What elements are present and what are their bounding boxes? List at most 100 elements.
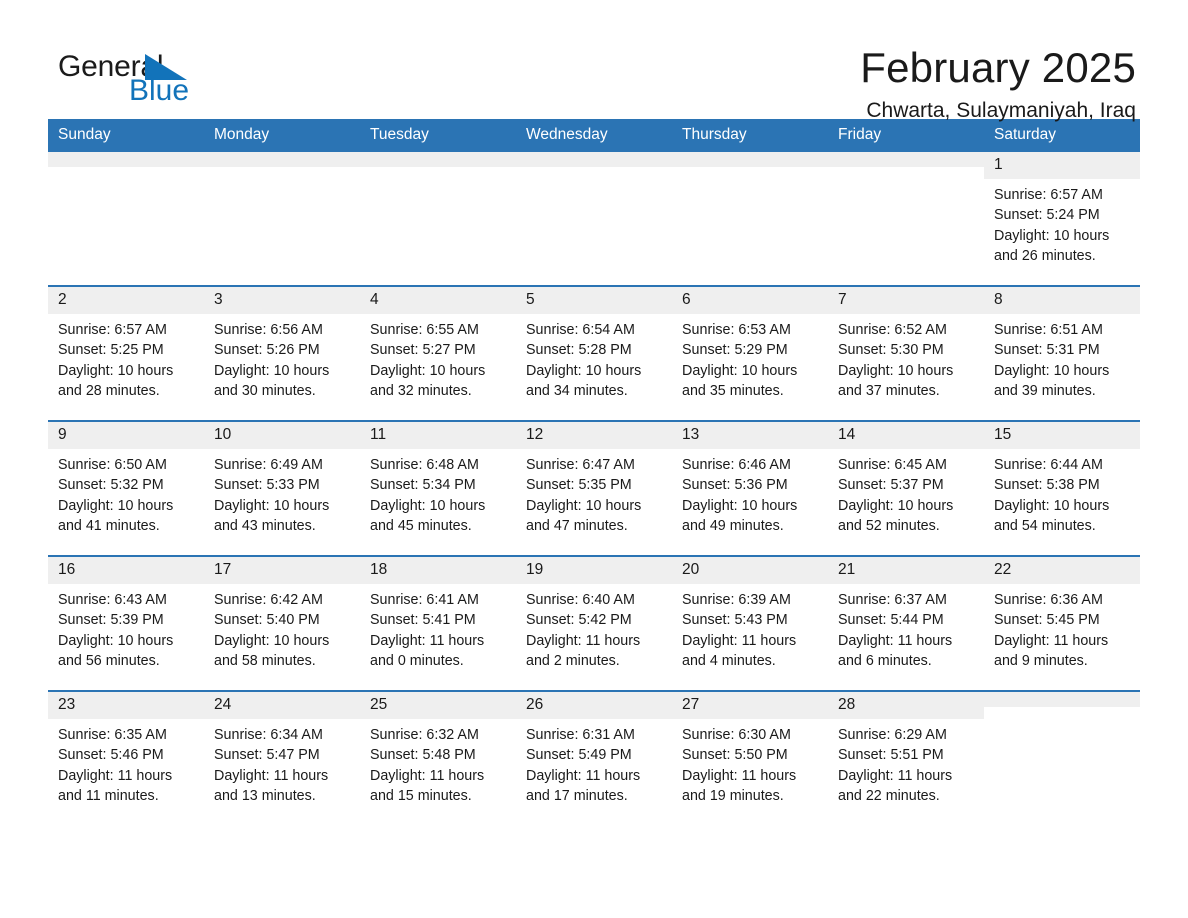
daylight-text-line1: Daylight: 11 hours [994, 632, 1109, 649]
daylight-text-line1: Daylight: 10 hours [58, 362, 174, 379]
day-number: 26 [516, 692, 672, 720]
generalblue-logo[interactable]: General Blue [48, 46, 198, 112]
day-number: 17 [204, 557, 360, 585]
day-number [360, 152, 516, 167]
calendar-day-cell[interactable]: 21 Sunrise: 6:37 AM Sunset: 5:44 PM Dayligh… [828, 555, 984, 691]
day-details: Sunrise: 6:30 AM Sunset: 5:50 PM Daylight:… [672, 719, 828, 806]
calendar-day-cell[interactable]: 16 Sunrise: 6:43 AM Sunset: 5:39 PM Dayligh… [48, 555, 204, 691]
calendar-day-cell[interactable]: 9 Sunrise: 6:50 AM Sunset: 5:32 PM Daylight… [48, 420, 204, 556]
sunset-text: Sunset: 5:36 PM [682, 477, 788, 494]
day-number: 28 [828, 692, 984, 720]
day-details: Sunrise: 6:52 AM Sunset: 5:30 PM Daylight:… [828, 314, 984, 401]
daylight-text-line2: and 22 minutes. [838, 787, 940, 804]
day-details: Sunrise: 6:55 AM Sunset: 5:27 PM Daylight:… [360, 314, 516, 401]
daylight-text-line2: and 9 minutes. [994, 652, 1088, 669]
daylight-text-line2: and 56 minutes. [58, 652, 160, 669]
day-number [516, 152, 672, 167]
sunset-text: Sunset: 5:32 PM [58, 477, 164, 494]
daylight-text-line2: and 43 minutes. [214, 517, 316, 534]
calendar-day-cell[interactable]: 2 Sunrise: 6:57 AM Sunset: 5:25 PM Daylight… [48, 285, 204, 421]
calendar-day-cell[interactable]: 6 Sunrise: 6:53 AM Sunset: 5:29 PM Daylight… [672, 285, 828, 421]
calendar-day-cell[interactable]: 3 Sunrise: 6:56 AM Sunset: 5:26 PM Daylight… [204, 285, 360, 421]
daylight-text-line2: and 6 minutes. [838, 652, 932, 669]
daylight-text-line2: and 52 minutes. [838, 517, 940, 534]
calendar-day-cell[interactable]: 27 Sunrise: 6:30 AM Sunset: 5:50 PM Dayligh… [672, 690, 828, 825]
sunrise-text: Sunrise: 6:51 AM [994, 322, 1103, 339]
weekday-header-thursday: Thursday [672, 119, 828, 152]
daylight-text-line1: Daylight: 10 hours [838, 362, 954, 379]
day-details: Sunrise: 6:42 AM Sunset: 5:40 PM Daylight:… [204, 584, 360, 671]
day-number: 1 [984, 152, 1140, 180]
calendar-day-cell[interactable]: 14 Sunrise: 6:45 AM Sunset: 5:37 PM Dayligh… [828, 420, 984, 556]
calendar-day-cell[interactable]: 15 Sunrise: 6:44 AM Sunset: 5:38 PM Dayligh… [984, 420, 1140, 556]
daylight-text-line1: Daylight: 10 hours [214, 497, 330, 514]
daylight-text-line1: Daylight: 10 hours [370, 362, 486, 379]
calendar-day-cell-empty [204, 152, 360, 286]
daylight-text-line1: Daylight: 10 hours [994, 362, 1110, 379]
sunset-text: Sunset: 5:33 PM [214, 477, 320, 494]
daylight-text-line1: Daylight: 10 hours [58, 497, 174, 514]
calendar-day-cell[interactable]: 1 Sunrise: 6:57 AM Sunset: 5:24 PM Daylight… [984, 152, 1140, 286]
calendar-day-cell[interactable]: 11 Sunrise: 6:48 AM Sunset: 5:34 PM Dayligh… [360, 420, 516, 556]
day-details: Sunrise: 6:45 AM Sunset: 5:37 PM Daylight:… [828, 449, 984, 536]
day-details: Sunrise: 6:29 AM Sunset: 5:51 PM Daylight:… [828, 719, 984, 806]
sunrise-text: Sunrise: 6:52 AM [838, 322, 947, 339]
calendar-day-cell[interactable]: 28 Sunrise: 6:29 AM Sunset: 5:51 PM Dayligh… [828, 690, 984, 825]
calendar-day-cell[interactable]: 23 Sunrise: 6:35 AM Sunset: 5:46 PM Dayligh… [48, 690, 204, 825]
calendar-week-row: 1 Sunrise: 6:57 AM Sunset: 5:24 PM Daylight… [48, 152, 1140, 286]
day-details: Sunrise: 6:32 AM Sunset: 5:48 PM Daylight:… [360, 719, 516, 806]
calendar-day-cell[interactable]: 10 Sunrise: 6:49 AM Sunset: 5:33 PM Dayligh… [204, 420, 360, 556]
calendar-day-cell[interactable]: 24 Sunrise: 6:34 AM Sunset: 5:47 PM Dayligh… [204, 690, 360, 825]
day-number: 14 [828, 422, 984, 450]
calendar-day-cell[interactable]: 18 Sunrise: 6:41 AM Sunset: 5:41 PM Dayligh… [360, 555, 516, 691]
weekday-header-friday: Friday [828, 119, 984, 152]
sunset-text: Sunset: 5:37 PM [838, 477, 944, 494]
sunset-text: Sunset: 5:27 PM [370, 342, 476, 359]
calendar-week-row: 2 Sunrise: 6:57 AM Sunset: 5:25 PM Daylight… [48, 285, 1140, 421]
daylight-text-line2: and 0 minutes. [370, 652, 464, 669]
calendar-day-cell-empty [828, 152, 984, 286]
day-details: Sunrise: 6:47 AM Sunset: 5:35 PM Daylight:… [516, 449, 672, 536]
sunset-text: Sunset: 5:34 PM [370, 477, 476, 494]
daylight-text-line2: and 26 minutes. [994, 247, 1096, 264]
calendar-day-cell[interactable]: 22 Sunrise: 6:36 AM Sunset: 5:45 PM Dayligh… [984, 555, 1140, 691]
day-number: 16 [48, 557, 204, 585]
sunrise-text: Sunrise: 6:41 AM [370, 592, 479, 609]
calendar-day-cell[interactable]: 7 Sunrise: 6:52 AM Sunset: 5:30 PM Daylight… [828, 285, 984, 421]
calendar-day-cell[interactable]: 13 Sunrise: 6:46 AM Sunset: 5:36 PM Dayligh… [672, 420, 828, 556]
daylight-text-line1: Daylight: 11 hours [838, 767, 953, 784]
day-number: 18 [360, 557, 516, 585]
calendar-day-cell[interactable]: 12 Sunrise: 6:47 AM Sunset: 5:35 PM Dayligh… [516, 420, 672, 556]
calendar-day-cell[interactable]: 8 Sunrise: 6:51 AM Sunset: 5:31 PM Daylight… [984, 285, 1140, 421]
calendar-day-cell[interactable]: 25 Sunrise: 6:32 AM Sunset: 5:48 PM Dayligh… [360, 690, 516, 825]
daylight-text-line2: and 30 minutes. [214, 382, 316, 399]
daylight-text-line2: and 15 minutes. [370, 787, 472, 804]
calendar-day-cell[interactable]: 26 Sunrise: 6:31 AM Sunset: 5:49 PM Dayligh… [516, 690, 672, 825]
daylight-text-line2: and 11 minutes. [58, 787, 159, 804]
calendar-day-cell[interactable]: 20 Sunrise: 6:39 AM Sunset: 5:43 PM Dayligh… [672, 555, 828, 691]
page-subtitle: Chwarta, Sulaymaniyah, Iraq [866, 99, 1136, 123]
day-number: 11 [360, 422, 516, 450]
daylight-text-line2: and 37 minutes. [838, 382, 940, 399]
day-details: Sunrise: 6:57 AM Sunset: 5:24 PM Daylight:… [984, 179, 1140, 266]
daylight-text-line1: Daylight: 11 hours [370, 632, 485, 649]
sunrise-text: Sunrise: 6:50 AM [58, 457, 167, 474]
calendar-day-cell[interactable]: 4 Sunrise: 6:55 AM Sunset: 5:27 PM Daylight… [360, 285, 516, 421]
sunset-text: Sunset: 5:44 PM [838, 612, 944, 629]
calendar-day-cell[interactable]: 17 Sunrise: 6:42 AM Sunset: 5:40 PM Dayligh… [204, 555, 360, 691]
daylight-text-line1: Daylight: 10 hours [682, 362, 798, 379]
daylight-text-line2: and 28 minutes. [58, 382, 160, 399]
day-number: 2 [48, 287, 204, 315]
daylight-text-line2: and 49 minutes. [682, 517, 784, 534]
sunset-text: Sunset: 5:26 PM [214, 342, 320, 359]
calendar-week-row: 9 Sunrise: 6:50 AM Sunset: 5:32 PM Daylight… [48, 420, 1140, 556]
sunset-text: Sunset: 5:49 PM [526, 747, 632, 764]
daylight-text-line1: Daylight: 11 hours [526, 632, 641, 649]
sunrise-text: Sunrise: 6:46 AM [682, 457, 791, 474]
calendar-day-cell[interactable]: 5 Sunrise: 6:54 AM Sunset: 5:28 PM Daylight… [516, 285, 672, 421]
sunrise-text: Sunrise: 6:39 AM [682, 592, 791, 609]
sunset-text: Sunset: 5:40 PM [214, 612, 320, 629]
calendar-day-cell[interactable]: 19 Sunrise: 6:40 AM Sunset: 5:42 PM Dayligh… [516, 555, 672, 691]
sunrise-text: Sunrise: 6:37 AM [838, 592, 947, 609]
daylight-text-line2: and 41 minutes. [58, 517, 160, 534]
